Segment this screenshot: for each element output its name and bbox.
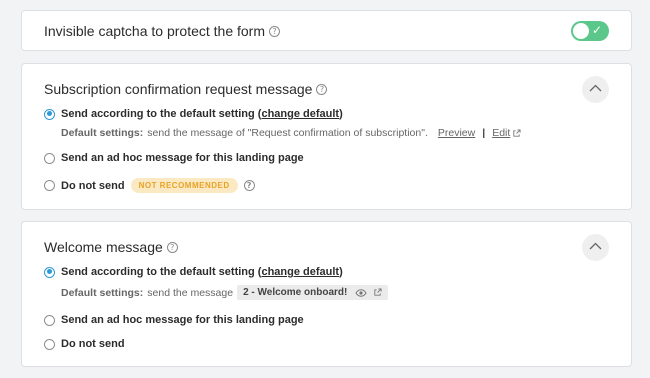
default-settings-text: send the message of "Request confirmatio… — [147, 127, 428, 139]
subscription-option-none[interactable]: Do not send NOT RECOMMENDED ? — [44, 178, 255, 193]
welcome-card: Welcome message ? Send according to the … — [21, 221, 632, 367]
collapse-button[interactable] — [582, 234, 609, 261]
radio-unselected[interactable] — [44, 314, 55, 326]
option-none-label: Do not send — [61, 179, 125, 192]
welcome-title: Welcome message — [44, 239, 163, 255]
default-settings-text: send the message — [147, 286, 234, 299]
help-icon[interactable]: ? — [166, 241, 178, 253]
option-adhoc-label: Send an ad hoc message for this landing … — [61, 314, 304, 326]
welcome-message-chip[interactable]: 2 - Welcome onboard! — [237, 285, 389, 300]
default-settings-label: Default settings: — [61, 286, 144, 299]
radio-unselected[interactable] — [44, 180, 55, 191]
welcome-default-settings: Default settings: send the message 2 - W… — [61, 285, 389, 300]
help-icon[interactable]: ? — [316, 83, 328, 95]
not-recommended-badge: NOT RECOMMENDED — [130, 178, 238, 193]
subscription-title-row: Subscription confirmation request messag… — [44, 81, 328, 97]
welcome-option-none[interactable]: Do not send — [44, 338, 125, 350]
captcha-card: Invisible captcha to protect the form ? … — [21, 10, 632, 51]
chevron-up-icon — [589, 242, 602, 250]
option-adhoc-label: Send an ad hoc message for this landing … — [61, 152, 304, 164]
welcome-message-name: 2 - Welcome onboard! — [243, 287, 348, 298]
option-default-label: Send according to the default setting (c… — [61, 108, 343, 120]
captcha-title-row: Invisible captcha to protect the form ? — [44, 23, 280, 39]
radio-unselected[interactable] — [44, 152, 55, 164]
subscription-card: Subscription confirmation request messag… — [21, 63, 632, 210]
welcome-option-default[interactable]: Send according to the default setting (c… — [44, 266, 343, 278]
option-none-label: Do not send — [61, 338, 125, 350]
chevron-up-icon — [589, 84, 602, 92]
subscription-title: Subscription confirmation request messag… — [44, 81, 313, 97]
help-icon[interactable]: ? — [269, 25, 280, 37]
welcome-option-adhoc[interactable]: Send an ad hoc message for this landing … — [44, 314, 304, 326]
radio-selected[interactable] — [44, 108, 55, 120]
option-default-label: Send according to the default setting (c… — [61, 266, 343, 278]
check-icon: ✓ — [591, 23, 602, 37]
radio-selected[interactable] — [44, 266, 55, 278]
radio-unselected[interactable] — [44, 338, 55, 350]
subscription-option-adhoc[interactable]: Send an ad hoc message for this landing … — [44, 152, 304, 164]
preview-link[interactable]: Preview — [438, 127, 475, 139]
welcome-title-row: Welcome message ? — [44, 239, 178, 255]
toggle-knob — [573, 23, 589, 39]
change-default-link[interactable]: change default — [261, 266, 339, 278]
change-default-link[interactable]: change default — [261, 108, 339, 120]
collapse-button[interactable] — [582, 76, 609, 103]
subscription-option-default[interactable]: Send according to the default setting (c… — [44, 108, 343, 120]
help-icon[interactable]: ? — [243, 180, 255, 191]
captcha-toggle[interactable]: ✓ — [571, 21, 609, 41]
edit-link[interactable]: Edit — [492, 127, 510, 139]
captcha-title: Invisible captcha to protect the form — [44, 23, 265, 39]
separator: | — [482, 127, 486, 139]
default-settings-label: Default settings: — [61, 127, 144, 139]
eye-icon[interactable] — [355, 288, 367, 297]
subscription-default-settings: Default settings: send the message of "R… — [61, 127, 521, 139]
external-link-icon[interactable] — [373, 288, 382, 297]
external-link-icon[interactable] — [512, 128, 521, 138]
